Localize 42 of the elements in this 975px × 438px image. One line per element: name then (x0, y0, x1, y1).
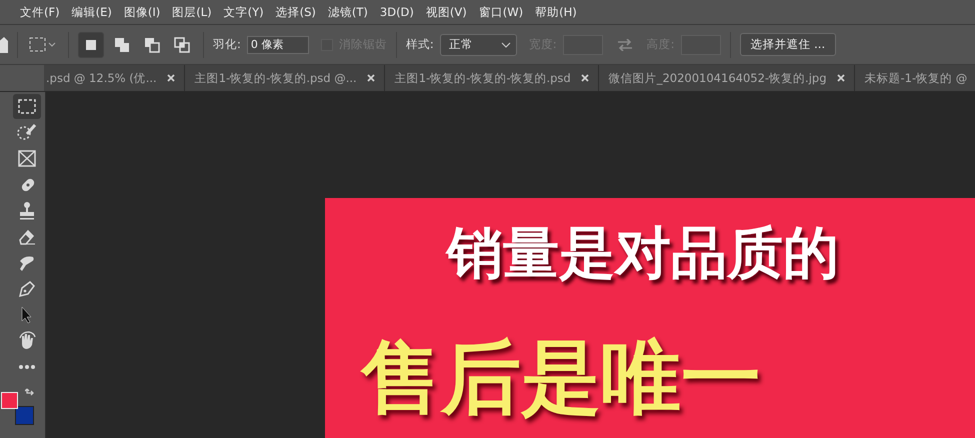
add-selection-icon (114, 36, 130, 52)
canvas-headline: 销量是对品质的 (447, 222, 839, 286)
canvas-subline: 售后是唯一 (361, 338, 761, 418)
background-color-swatch[interactable] (14, 406, 34, 425)
style-dropdown[interactable]: 正常 (440, 34, 517, 56)
feather-label: 羽化: (213, 37, 241, 52)
menu-item[interactable]: 滤镜(T) (322, 4, 374, 20)
menu-item[interactable]: 视图(V) (420, 4, 473, 20)
menu-item[interactable]: 编辑(E) (66, 4, 118, 20)
document-tab[interactable]: 未标题-1-恢复的 @ (854, 65, 975, 91)
document-tab[interactable]: 微信图片_20200104164052-恢复的.jpg (598, 65, 855, 91)
close-icon[interactable] (580, 74, 589, 82)
close-icon[interactable] (166, 74, 175, 82)
pen-icon (16, 278, 36, 298)
menu-item[interactable]: 3D(D) (374, 5, 420, 19)
menu-item[interactable]: 选择(S) (270, 4, 322, 20)
select-and-mask-button[interactable]: 选择并遮住 ... (740, 33, 836, 56)
document-tab[interactable]: .psd @ 12.5% (优... (44, 65, 185, 91)
tool-button[interactable] (12, 94, 40, 119)
feather-field[interactable]: 0 像素 (246, 36, 309, 54)
hand-icon (16, 330, 36, 350)
close-icon[interactable] (836, 74, 845, 82)
menu-item[interactable]: 图像(I) (118, 4, 166, 20)
chevron-down-icon (500, 42, 511, 48)
more-icon (16, 364, 36, 370)
brush-icon (16, 122, 36, 142)
frame-icon (16, 148, 36, 168)
subtract-selection-icon (144, 36, 160, 52)
menu-item[interactable]: 图层(L) (166, 4, 218, 20)
menu-item[interactable]: 文件(F) (14, 4, 66, 20)
style-label: 样式: (406, 37, 434, 52)
dashed-rectangle-icon (29, 36, 57, 52)
document-tab[interactable]: 主图1-恢复的-恢复的.psd @... (184, 65, 385, 91)
selection-mode-button[interactable] (78, 32, 104, 58)
menu-item[interactable]: 帮助(H) (529, 4, 583, 20)
menu-item[interactable]: 文字(Y) (218, 4, 270, 20)
document-tab[interactable]: 主图1-恢复的-恢复的-恢复的.psd (384, 65, 599, 91)
close-icon[interactable] (366, 74, 375, 82)
menu-item[interactable]: 窗口(W) (472, 4, 530, 20)
foreground-color-swatch[interactable] (0, 392, 18, 409)
marquee-icon (16, 96, 36, 116)
intersect-selection-icon (174, 36, 190, 52)
